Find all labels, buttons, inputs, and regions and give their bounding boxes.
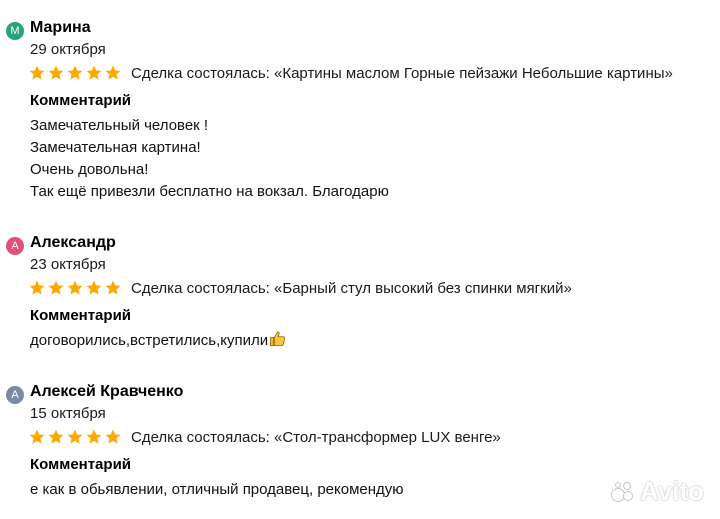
comment-text: Замечательный человек ! Замечательная ка… xyxy=(30,115,389,203)
avatar[interactable]: А xyxy=(6,386,24,404)
comment-line: Замечательный человек ! xyxy=(30,117,209,134)
star-icon xyxy=(48,65,64,80)
comment-label: Комментарий xyxy=(30,456,132,473)
comment-label: Комментарий xyxy=(30,92,132,109)
rating-stars xyxy=(28,64,122,82)
reviewer-name[interactable]: Марина xyxy=(30,19,91,37)
comment-text: договорились,встретились,купили xyxy=(30,330,287,352)
comment-text: е как в обьявлении, отличный продавец, р… xyxy=(30,479,404,501)
comment-line: Замечательная картина! xyxy=(30,139,201,156)
star-icon xyxy=(105,429,121,444)
thumbs-up-icon xyxy=(270,331,286,347)
watermark-text: Avito xyxy=(640,476,705,506)
rating-row: Сделка состоялась: «Картины маслом Горны… xyxy=(28,63,673,83)
star-icon xyxy=(48,429,64,444)
deal-info[interactable]: Сделка состоялась: «Стол-трансформер LUX… xyxy=(131,429,501,446)
star-icon xyxy=(67,429,83,444)
reviewer-name[interactable]: Александр xyxy=(30,234,116,252)
comment-label: Комментарий xyxy=(30,307,132,324)
review-date: 23 октября xyxy=(30,256,106,273)
rating-stars xyxy=(28,428,122,446)
star-icon xyxy=(48,280,64,295)
comment-line: договорились,встретились,купили xyxy=(30,330,287,352)
star-icon xyxy=(86,65,102,80)
star-icon xyxy=(86,429,102,444)
star-icon xyxy=(67,280,83,295)
star-icon xyxy=(86,280,102,295)
star-icon xyxy=(29,429,45,444)
deal-info[interactable]: Сделка состоялась: «Барный стул высокий … xyxy=(131,280,572,297)
comment-line-text: договорились,встретились,купили xyxy=(30,332,269,349)
avito-watermark: Avito xyxy=(610,476,704,507)
star-icon xyxy=(105,65,121,80)
star-icon xyxy=(29,65,45,80)
avito-logo-icon xyxy=(611,481,633,502)
rating-row: Сделка состоялась: «Стол-трансформер LUX… xyxy=(28,427,501,447)
reviewer-name[interactable]: Алексей Кравченко xyxy=(30,383,183,401)
review-date: 29 октября xyxy=(30,41,106,58)
rating-row: Сделка состоялась: «Барный стул высокий … xyxy=(28,278,572,298)
rating-stars xyxy=(28,279,122,297)
star-icon xyxy=(29,280,45,295)
star-icon xyxy=(105,280,121,295)
comment-line: Очень довольна! xyxy=(30,161,149,178)
deal-info[interactable]: Сделка состоялась: «Картины маслом Горны… xyxy=(131,65,673,82)
comment-line: е как в обьявлении, отличный продавец, р… xyxy=(30,481,404,498)
star-icon xyxy=(67,65,83,80)
avatar[interactable]: А xyxy=(6,237,24,255)
comment-line: Так ещё привезли бесплатно на вокзал. Бл… xyxy=(30,183,389,200)
avatar[interactable]: М xyxy=(6,22,24,40)
review-date: 15 октября xyxy=(30,405,106,422)
